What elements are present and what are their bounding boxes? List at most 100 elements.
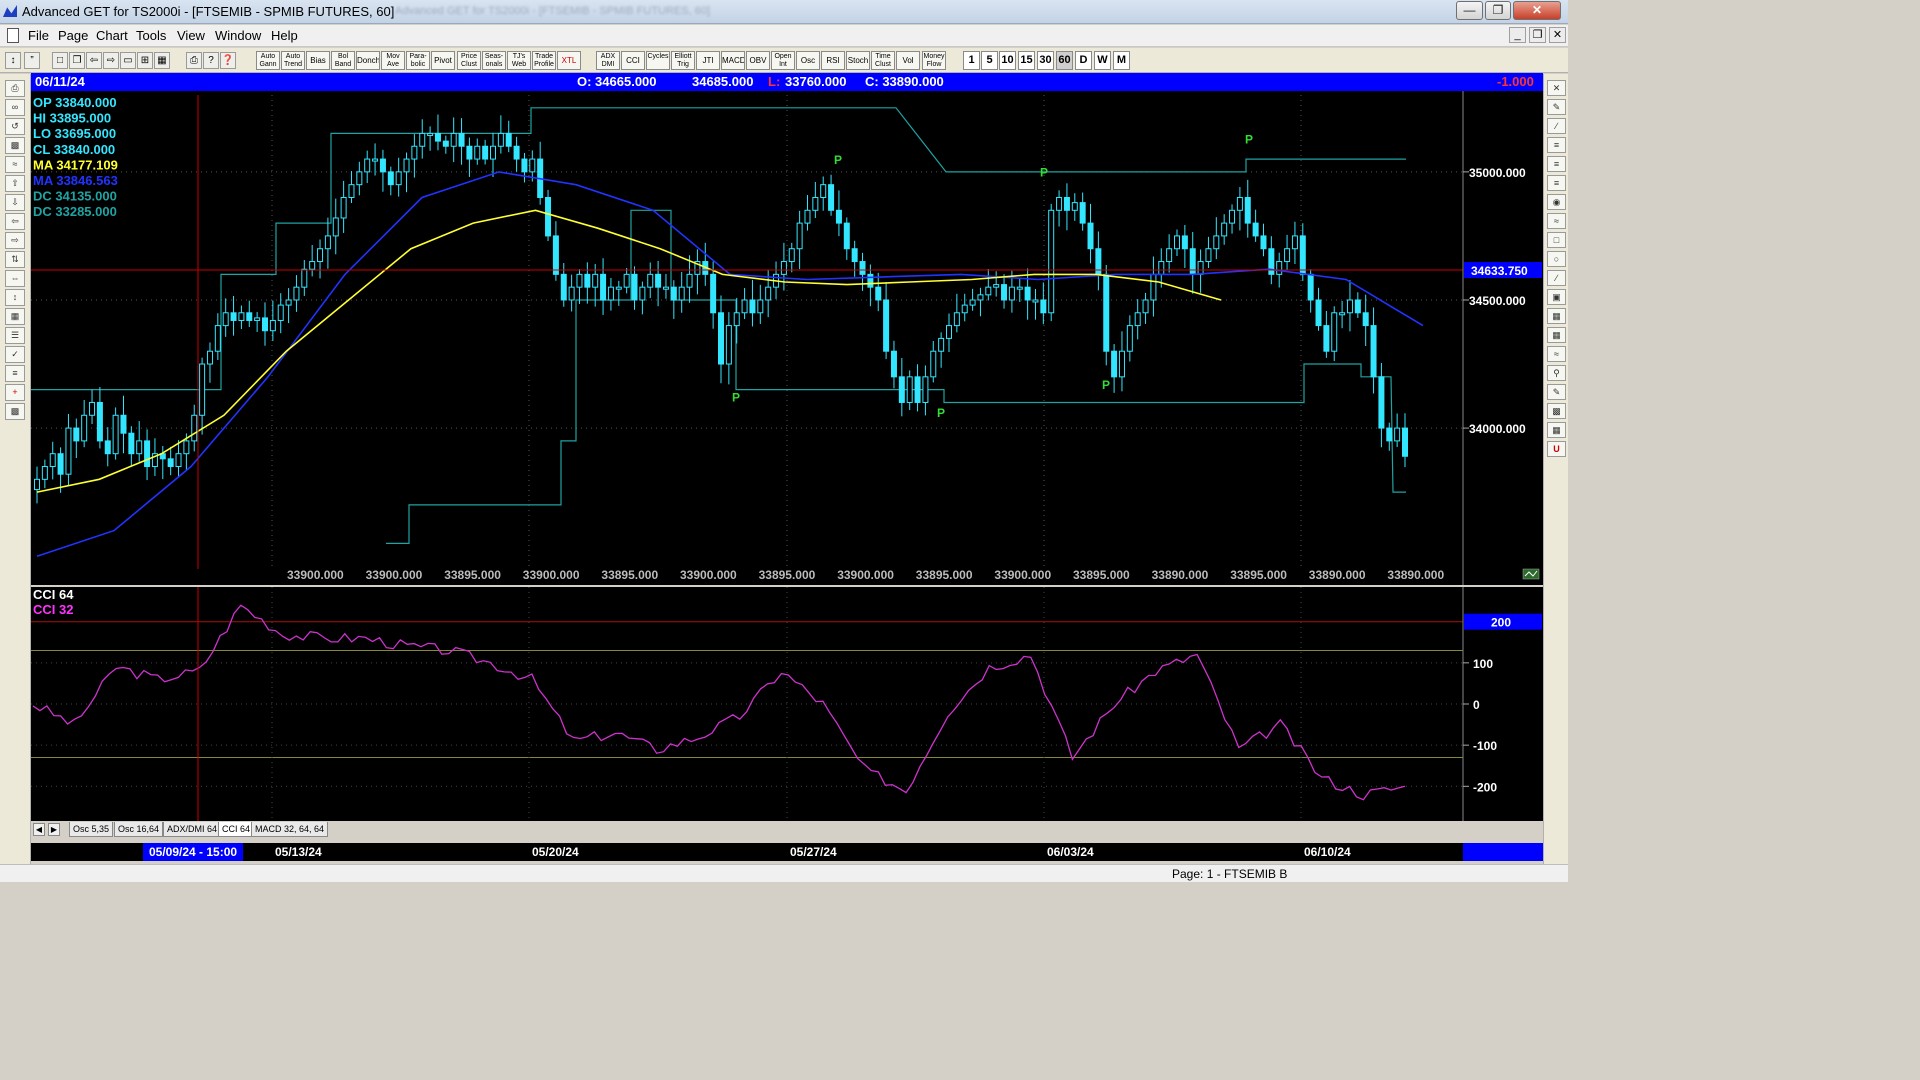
scroll-right-icon[interactable]: ⇨ bbox=[103, 52, 119, 69]
study-button-osc[interactable]: Osc bbox=[796, 51, 820, 70]
timeframe-30[interactable]: 30 bbox=[1037, 51, 1054, 70]
context-help-icon[interactable]: ❓ bbox=[220, 52, 236, 69]
timeframe-monthly[interactable]: M bbox=[1113, 51, 1130, 70]
study-button-tj-s-web[interactable]: TJ's Web bbox=[507, 51, 531, 70]
menu-file[interactable]: File bbox=[28, 28, 49, 43]
close-button[interactable]: ✕ bbox=[1513, 1, 1561, 20]
tab-cci-64[interactable]: CCI 64 bbox=[218, 822, 255, 837]
tab-macd-32-64-64[interactable]: MACD 32, 64, 64 bbox=[251, 822, 329, 837]
pti-icon[interactable]: ▣ bbox=[1547, 289, 1566, 305]
wave-icon[interactable]: ≈ bbox=[1547, 213, 1566, 229]
study-button-para-bolic[interactable]: Para-bolic bbox=[406, 51, 430, 70]
study-button-mov-ave[interactable]: Mov Ave bbox=[381, 51, 405, 70]
cross-cursor-icon[interactable]: + bbox=[5, 384, 25, 401]
menu-tools[interactable]: Tools bbox=[136, 28, 166, 43]
grid-icon[interactable]: ▦ bbox=[5, 308, 25, 325]
mdi-close-button[interactable]: ✕ bbox=[1549, 27, 1566, 43]
gann-fan-icon[interactable]: ≈ bbox=[1547, 346, 1566, 362]
study-button-bias[interactable]: Bias bbox=[306, 51, 330, 70]
quote-icon[interactable]: ” bbox=[24, 52, 40, 69]
window-icon[interactable]: ▭ bbox=[120, 52, 136, 69]
marker-icon[interactable]: ✎ bbox=[1547, 384, 1566, 400]
study-button-donch[interactable]: Donch bbox=[356, 51, 380, 70]
arrow-right-icon[interactable]: ⇨ bbox=[5, 232, 25, 249]
close-tool-icon[interactable]: ✕ bbox=[1547, 80, 1566, 96]
timeframe-weekly[interactable]: W bbox=[1094, 51, 1111, 70]
arrow-up-icon[interactable]: ⇧ bbox=[5, 175, 25, 192]
cci-indicator-panel[interactable]: 200 100 0 -100 -200 CCI 64 CCI 32 bbox=[31, 585, 1543, 821]
zoom-vertical-icon[interactable]: ⇅ bbox=[5, 251, 25, 268]
fib-time-icon[interactable]: ≡ bbox=[1547, 175, 1566, 191]
channel-icon[interactable]: ∕ bbox=[1547, 270, 1566, 286]
cascade-icon[interactable]: ▦ bbox=[154, 52, 170, 69]
trendline-icon[interactable]: ∕ bbox=[1547, 118, 1566, 134]
study-button-obv[interactable]: OBV bbox=[746, 51, 770, 70]
study-button-jti[interactable]: JTI bbox=[696, 51, 720, 70]
cursor-tool-icon[interactable]: ↕ bbox=[5, 52, 21, 69]
study-button-auto-trend[interactable]: Auto Trend bbox=[281, 51, 305, 70]
list-icon[interactable]: ▦ bbox=[1547, 422, 1566, 438]
timeframe-daily[interactable]: D bbox=[1075, 51, 1092, 70]
print-icon[interactable]: ⎙ bbox=[186, 52, 202, 69]
study-button-vol[interactable]: Vol bbox=[896, 51, 920, 70]
study-button-elliott-trig[interactable]: Elliott Trig bbox=[671, 51, 695, 70]
elliott-icon[interactable]: ≈ bbox=[5, 156, 25, 173]
cycle-icon[interactable]: ◉ bbox=[1547, 194, 1566, 210]
timeframe-5[interactable]: 5 bbox=[981, 51, 998, 70]
menu-view[interactable]: View bbox=[177, 28, 205, 43]
reset-icon[interactable]: ↺ bbox=[5, 118, 25, 135]
tab-scroll-right-icon[interactable]: ▶ bbox=[48, 823, 60, 836]
menu-chart[interactable]: Chart bbox=[96, 28, 128, 43]
study-button-cycles[interactable]: Cycles bbox=[646, 51, 670, 70]
study-button-cci[interactable]: CCI bbox=[621, 51, 645, 70]
minimize-button[interactable]: — bbox=[1456, 1, 1483, 20]
zoom-horizontal-icon[interactable]: ⇔ bbox=[5, 270, 25, 287]
print-chart-icon[interactable]: ▩ bbox=[5, 403, 25, 420]
study-button-time-clust[interactable]: Time Clust bbox=[871, 51, 895, 70]
menu-page[interactable]: Page bbox=[58, 28, 88, 43]
price-chart[interactable]: P P P P P P 35000.000 34500.000 34000.000 34633.… bbox=[31, 91, 1543, 585]
open-chart-icon[interactable]: ⎙ bbox=[5, 80, 25, 97]
timeframe-15[interactable]: 15 bbox=[1018, 51, 1035, 70]
study-icon[interactable]: ▩ bbox=[5, 137, 25, 154]
tile-icon[interactable]: ⊞ bbox=[137, 52, 153, 69]
pencil-icon[interactable]: ✎ bbox=[1547, 99, 1566, 115]
scale-icon[interactable]: ↕ bbox=[5, 289, 25, 306]
mdi-minimize-button[interactable]: _ bbox=[1509, 27, 1526, 43]
undo-icon[interactable]: U bbox=[1547, 441, 1566, 457]
fib-fan-icon[interactable]: ▦ bbox=[1547, 327, 1566, 343]
study-button-rsi[interactable]: RSI bbox=[821, 51, 845, 70]
study-button-stoch[interactable]: Stoch bbox=[846, 51, 870, 70]
study-button-macd[interactable]: MACD bbox=[721, 51, 745, 70]
tab-osc-5-35[interactable]: Osc 5,35 bbox=[69, 822, 114, 837]
study-button-open-int[interactable]: Open Int bbox=[771, 51, 795, 70]
study-button-pivot[interactable]: Pivot bbox=[431, 51, 455, 70]
help-icon[interactable]: ? bbox=[203, 52, 219, 69]
timeframe-60[interactable]: 60 bbox=[1056, 51, 1073, 70]
pi-icon[interactable]: ▦ bbox=[1547, 308, 1566, 324]
tab-osc-16-64[interactable]: Osc 16,64 bbox=[114, 822, 164, 837]
scroll-left-icon[interactable]: ⇦ bbox=[86, 52, 102, 69]
arrow-down-icon[interactable]: ⇩ bbox=[5, 194, 25, 211]
study-button-xtl[interactable]: XTL bbox=[557, 51, 581, 70]
study-button-seas-onals[interactable]: Seas-onals bbox=[482, 51, 506, 70]
fib-icon[interactable]: ≡ bbox=[5, 365, 25, 382]
mdi-restore-button[interactable]: ❐ bbox=[1529, 27, 1546, 43]
menu-help[interactable]: Help bbox=[271, 28, 298, 43]
tab-scroll-left-icon[interactable]: ◀ bbox=[33, 823, 45, 836]
arrow-left-icon[interactable]: ⇦ bbox=[5, 213, 25, 230]
study-button-auto-gann[interactable]: Auto Gann bbox=[256, 51, 280, 70]
glasses-icon[interactable]: ∞ bbox=[5, 99, 25, 116]
study-button-adx-dmi[interactable]: ADX DMI bbox=[596, 51, 620, 70]
study-button-money-flow[interactable]: Money Flow bbox=[922, 51, 946, 70]
study-button-price-clust[interactable]: Price Clust bbox=[457, 51, 481, 70]
gann-icon[interactable]: ✓ bbox=[5, 346, 25, 363]
new-page-icon[interactable]: □ bbox=[52, 52, 68, 69]
lines-icon[interactable]: ☰ bbox=[5, 327, 25, 344]
study-button-bol-band[interactable]: Bol Band bbox=[331, 51, 355, 70]
study-button-trade-profile[interactable]: Trade Profile bbox=[532, 51, 556, 70]
maximize-button[interactable]: ❐ bbox=[1485, 1, 1511, 20]
calculator-icon[interactable]: ▩ bbox=[1547, 403, 1566, 419]
menu-window[interactable]: Window bbox=[215, 28, 261, 43]
timeframe-1[interactable]: 1 bbox=[963, 51, 980, 70]
